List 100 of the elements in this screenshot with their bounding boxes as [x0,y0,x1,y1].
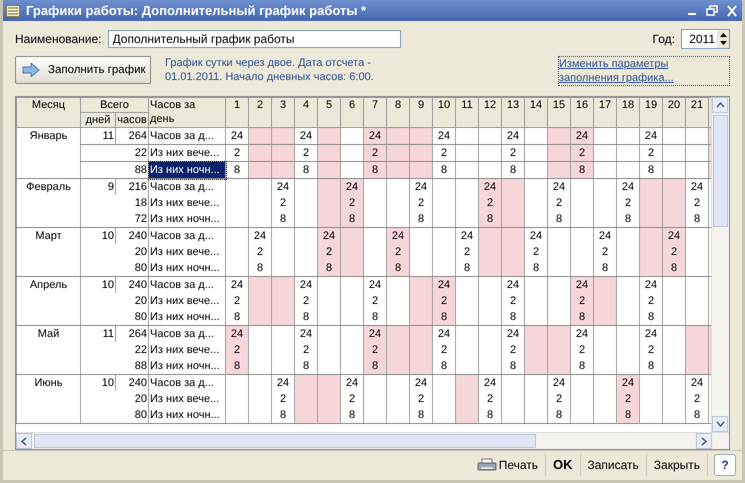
table-cell: 240 [116,228,148,244]
table-cell: 24 [570,326,594,342]
down-arrow-icon[interactable] [718,40,728,48]
year-field[interactable]: 2011 [681,29,730,50]
column-header: 18 [616,98,640,128]
print-button[interactable]: Печать [470,454,546,476]
table-cell: Январь [16,128,80,179]
table-cell: 24 [548,374,570,392]
column-header: 9 [410,98,432,128]
table-cell: 24 [640,128,662,145]
column-header: Всего [80,98,148,113]
table-cell: 8 [548,407,570,424]
table-cell: 2 [686,391,708,408]
table-cell[interactable]: Из них ночн... [148,309,226,326]
table-cell: 80 [80,407,148,424]
table-cell: 240 [116,374,148,392]
table-cell[interactable]: Из них вече... [148,195,226,212]
horizontal-scrollbar[interactable] [16,432,729,450]
table-cell: 24 [432,128,456,145]
close-icon[interactable] [725,4,739,17]
table-cell[interactable]: Из них ночн... [148,260,226,277]
table-cell: 2 [432,144,456,162]
table-cell[interactable]: Часов за д... [148,178,226,196]
table-cell[interactable]: Из них вече... [148,391,226,408]
table-cell: 24 [570,128,594,145]
table-cell[interactable]: Часов за д... [148,128,226,145]
table-cell[interactable]: Из них ночн... [148,407,226,424]
year-label: Год: [652,32,675,46]
column-header: 12 [478,98,502,128]
restore-icon[interactable] [705,4,719,17]
scroll-left-icon[interactable] [21,436,27,446]
table-cell: 8 [340,211,364,228]
table-cell[interactable]: Из них вече... [148,293,226,310]
column-header: 1 [226,98,248,128]
schedule-info: График сутки через двое. Дата отсчета - 01.01.2011. Начало дневных часов: 6:00. [165,56,375,84]
table-cell: 8 [570,162,594,179]
column-header: 2 [248,98,272,128]
table-cell: 24 [410,374,432,392]
fill-schedule-button[interactable]: Заполнить график [15,56,151,84]
scroll-right-icon[interactable] [701,436,707,446]
table-cell: 24 [364,326,386,342]
table-cell: 11 [80,326,116,342]
arrow-icon [22,63,40,78]
footer-button[interactable]: Записать [580,454,647,476]
table-cell: Май [16,326,80,375]
table-cell[interactable]: Из них ночн... [148,211,226,228]
footer-button[interactable]: Закрыть [646,454,708,476]
table-cell: 8 [640,358,662,375]
table-cell: 2 [686,195,708,212]
table-cell: 8 [410,407,432,424]
ok-button[interactable]: OK [546,454,580,476]
table-cell: 2 [364,293,386,310]
scroll-down-icon[interactable] [716,421,724,428]
table-cell: 8 [294,309,318,326]
table-cell: 8 [340,407,364,424]
table-cell: 2 [524,244,548,260]
vertical-scrollbar[interactable] [711,97,729,432]
table-cell: 2 [640,144,662,162]
scroll-up-icon[interactable] [716,102,724,108]
table-cell: 24 [502,128,524,145]
table-cell: 8 [364,358,386,375]
table-cell: Апрель [16,276,80,326]
table-cell: 8 [686,407,708,424]
help-button[interactable]: ? [714,454,736,476]
table-cell: 24 [502,276,524,294]
table-cell[interactable]: Из них вече... [148,244,226,260]
table-cell: 8 [386,260,410,277]
column-header: 6 [340,98,364,128]
table-cell: 24 [364,276,386,294]
column-header: Месяц [16,98,80,128]
table-cell[interactable]: Из них ночн... [148,162,226,179]
table-cell[interactable]: Часов за д... [148,276,226,294]
table-cell[interactable]: Часов за д... [148,374,226,392]
table-cell: 2 [340,195,364,212]
table-cell: 8 [524,260,548,277]
table-cell: 2 [478,195,502,212]
table-cell: 24 [548,178,570,196]
table-cell: 264 [116,128,148,145]
table-cell: 24 [478,374,502,392]
table-cell: 18 [80,195,148,212]
table-cell: 20 [80,244,148,260]
column-header: часов [116,112,148,128]
table-cell: 2 [432,293,456,310]
table-cell[interactable]: Часов за д... [148,228,226,244]
table-cell: 24 [386,228,410,244]
table-cell: 2 [502,144,524,162]
column-header: 5 [318,98,340,128]
table-cell: 2 [616,391,640,408]
table-cell: 24 [640,326,662,342]
change-parameters-link[interactable]: Изменить параметры заполнения графика... [558,56,730,86]
table-cell: 24 [410,178,432,196]
table-cell: 216 [116,178,148,196]
table-cell: 2 [294,342,318,358]
table-cell: 8 [502,309,524,326]
table-cell: 24 [364,128,386,145]
table-cell: 2 [594,244,616,260]
name-field[interactable]: Дополнительный график работы [108,30,401,48]
up-arrow-icon[interactable] [718,31,728,38]
name-label: Наименование: [15,32,102,46]
table-cell: 24 [432,326,456,342]
